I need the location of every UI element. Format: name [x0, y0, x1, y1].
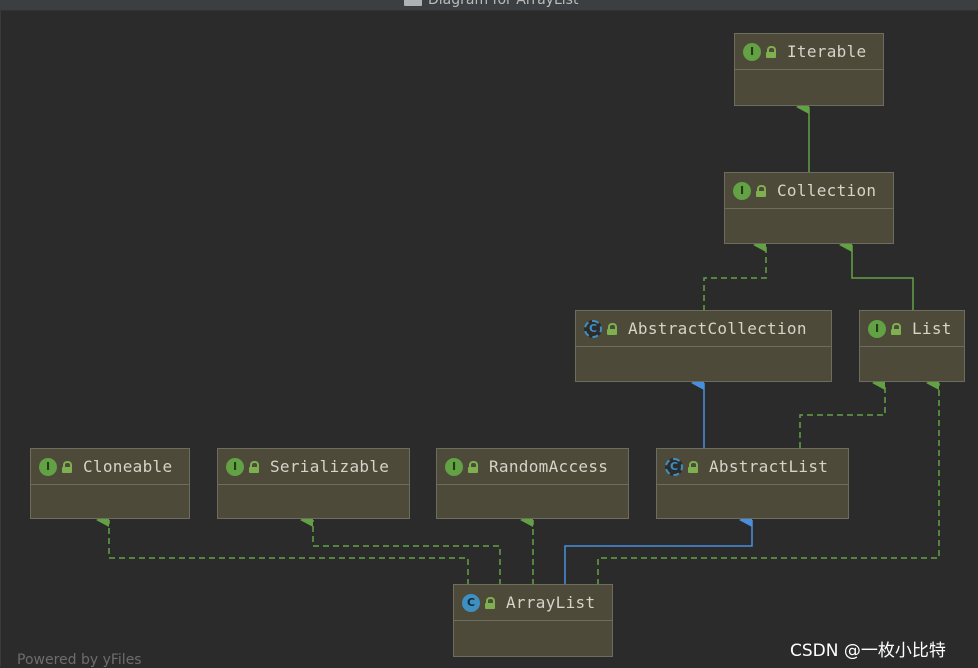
- public-lock-icon: [607, 322, 617, 335]
- node-collection[interactable]: I Collection: [724, 172, 894, 244]
- interface-i-icon: I: [733, 181, 751, 200]
- node-name: Cloneable: [83, 457, 173, 476]
- node-header: I Iterable: [735, 34, 883, 70]
- edge-arraylist-cloneable: [96, 513, 469, 585]
- public-lock-icon: [249, 460, 259, 473]
- public-lock-icon: [688, 460, 698, 473]
- diagram-canvas[interactable]: I Iterable I Collection C AbstractCollec…: [0, 11, 978, 668]
- node-header: C AbstractCollection: [576, 311, 831, 347]
- public-lock-icon: [766, 45, 776, 58]
- node-serializable[interactable]: I Serializable: [217, 448, 410, 519]
- public-lock-icon: [891, 322, 901, 335]
- diagram-window-icon: [404, 0, 422, 6]
- node-header: I List: [860, 311, 964, 347]
- powered-by-label: Powered by yFiles: [17, 652, 142, 668]
- node-arraylist[interactable]: C ArrayList: [453, 584, 613, 657]
- abstract-class-c-icon: C: [665, 457, 683, 476]
- edge-abstractcollection-collection: [703, 238, 767, 311]
- edge-arraylist-abstractlist: [564, 513, 753, 585]
- node-name: Serializable: [270, 457, 390, 476]
- node-header: I RandomAccess: [437, 449, 628, 485]
- node-header: C ArrayList: [454, 585, 612, 621]
- node-name: ArrayList: [506, 593, 596, 612]
- class-c-icon: C: [462, 593, 480, 612]
- public-lock-icon: [485, 596, 495, 609]
- node-list[interactable]: I List: [859, 310, 965, 382]
- node-iterable[interactable]: I Iterable: [734, 33, 884, 106]
- interface-i-icon: I: [226, 457, 244, 476]
- node-name: AbstractCollection: [628, 319, 807, 338]
- edge-list-collection: [839, 238, 914, 311]
- public-lock-icon: [62, 460, 72, 473]
- window-title: Diagram for ArrayList: [428, 0, 579, 8]
- watermark: CSDN @一枚小比特: [790, 641, 946, 661]
- node-name: Collection: [777, 181, 877, 200]
- node-header: I Cloneable: [31, 449, 189, 485]
- node-header: I Collection: [725, 173, 893, 209]
- interface-i-icon: I: [868, 319, 886, 338]
- node-name: RandomAccess: [489, 457, 609, 476]
- interface-i-icon: I: [39, 457, 57, 476]
- node-cloneable[interactable]: I Cloneable: [30, 448, 190, 519]
- edge-abstractlist-list: [799, 376, 886, 448]
- node-header: C AbstractList: [657, 449, 848, 485]
- node-abstractlist[interactable]: C AbstractList: [656, 448, 849, 519]
- abstract-class-c-icon: C: [584, 319, 602, 338]
- interface-i-icon: I: [743, 42, 761, 61]
- node-name: AbstractList: [709, 457, 829, 476]
- edge-arraylist-serializable: [300, 513, 501, 585]
- interface-i-icon: I: [445, 457, 463, 476]
- node-header: I Serializable: [218, 449, 409, 485]
- public-lock-icon: [756, 184, 766, 197]
- public-lock-icon: [468, 460, 478, 473]
- node-abstractcollection[interactable]: C AbstractCollection: [575, 310, 832, 382]
- node-name: List: [912, 319, 952, 338]
- node-randomaccess[interactable]: I RandomAccess: [436, 448, 629, 519]
- node-name: Iterable: [787, 42, 867, 61]
- window-titlebar: Diagram for ArrayList: [0, 0, 978, 11]
